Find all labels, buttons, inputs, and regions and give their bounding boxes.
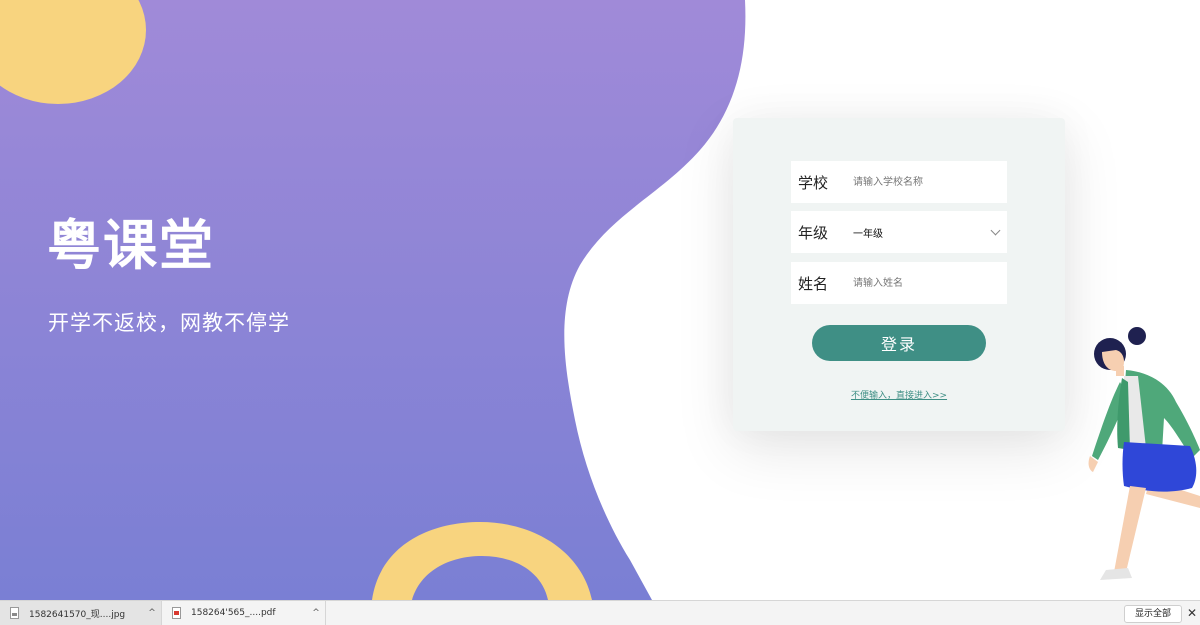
school-input[interactable]: [847, 161, 1007, 203]
chevron-up-icon[interactable]: ^: [307, 608, 325, 618]
name-label: 姓名: [798, 274, 829, 293]
pdf-file-icon: [172, 607, 181, 619]
close-icon[interactable]: ✕: [1186, 604, 1198, 622]
chevron-up-icon[interactable]: ^: [143, 608, 161, 618]
purple-blob: [0, 0, 746, 600]
chevron-down-icon: [990, 225, 1001, 235]
skip-input-link[interactable]: 不便输入，直接进入>>: [733, 388, 1065, 401]
grade-label: 年级: [798, 223, 829, 242]
login-page: 粤课堂 开学不返校，网教不停学 学校 年级 一年级 姓名 登录 不便输入，直接进…: [0, 0, 1200, 625]
name-field: 姓名: [791, 262, 1007, 304]
download-item[interactable]: 158264'565_....pdf ^: [162, 601, 326, 625]
brand-title: 粤课堂: [47, 214, 215, 277]
school-label: 学校: [798, 173, 829, 192]
download-item[interactable]: 1582641570_现....jpg ^: [0, 601, 162, 625]
download-bar: 1582641570_现....jpg ^ 158264'565_....pdf…: [0, 600, 1200, 625]
grade-selected-value: 一年级: [853, 228, 883, 240]
show-all-downloads-button[interactable]: 显示全部: [1123, 605, 1182, 623]
name-input[interactable]: [847, 262, 1007, 304]
walking-woman-illustration: [1088, 327, 1200, 580]
login-button[interactable]: 登录: [812, 325, 986, 361]
grade-field: 年级 一年级: [791, 211, 1007, 253]
brand-slogan: 开学不返校，网教不停学: [48, 311, 290, 335]
grade-select[interactable]: 一年级: [847, 211, 1007, 253]
download-filename: 158264'565_....pdf: [191, 608, 276, 618]
school-field: 学校: [791, 161, 1007, 203]
download-filename: 1582641570_现....jpg: [29, 609, 126, 620]
login-card: 学校 年级 一年级 姓名 登录 不便输入，直接进入>>: [733, 118, 1065, 431]
jpg-file-icon: [10, 607, 19, 619]
